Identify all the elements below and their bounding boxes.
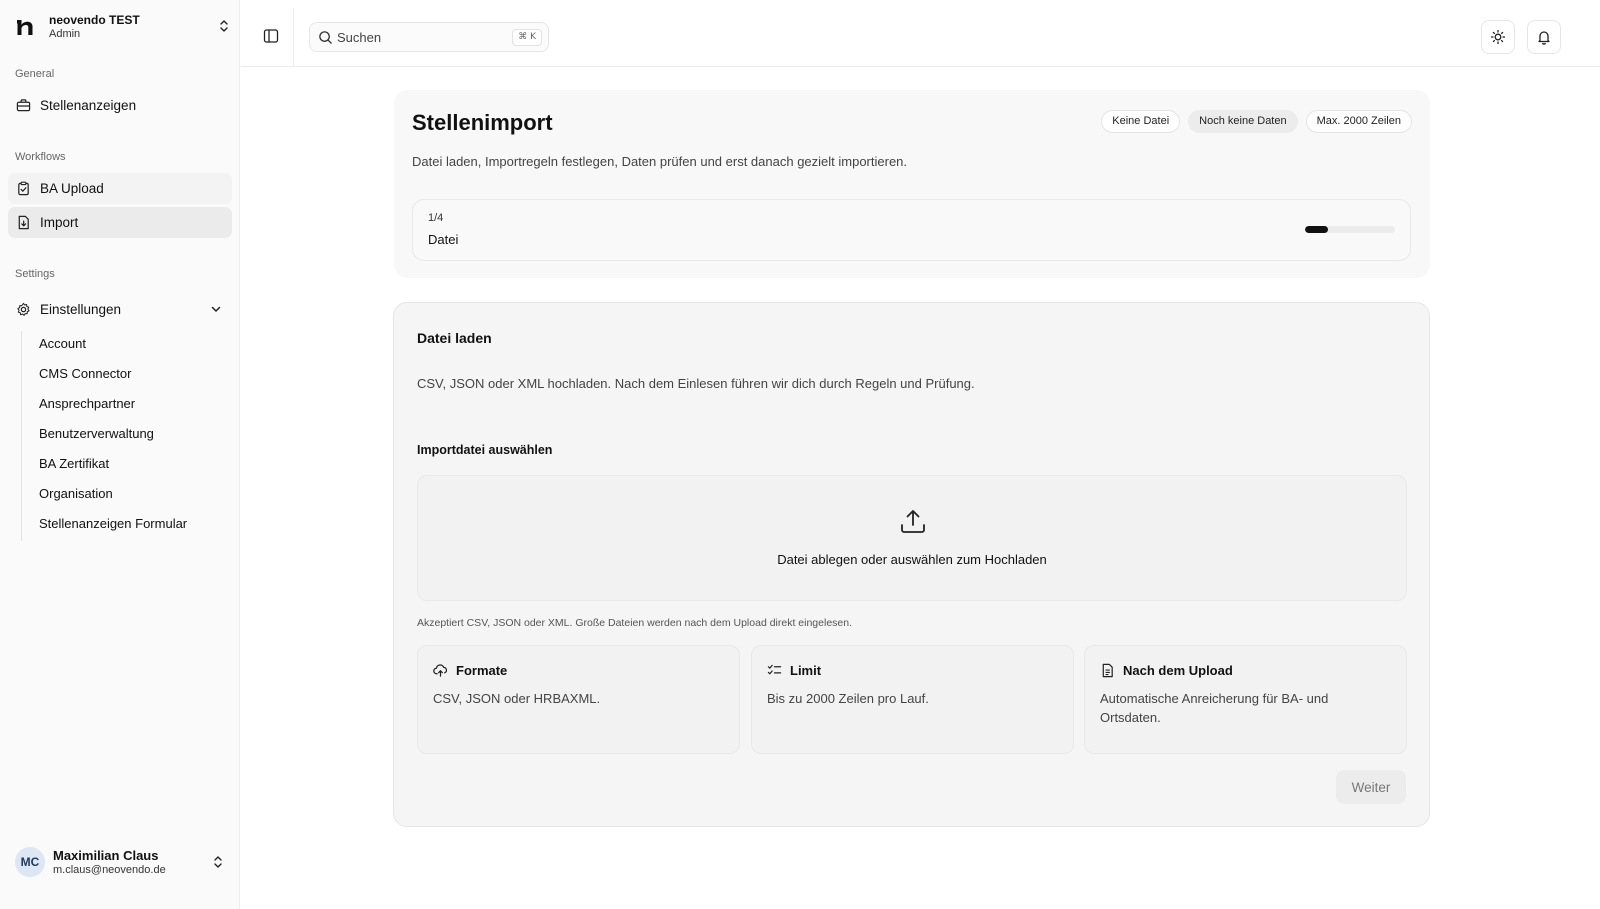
info-card-limit: Limit Bis zu 2000 Zeilen pro Lauf. [751, 645, 1074, 754]
theme-toggle-button[interactable] [1481, 20, 1515, 54]
info-card-nach-dem-upload: Nach dem Upload Automatische Anreicherun… [1084, 645, 1407, 754]
section-label-general: General [15, 68, 55, 80]
sidebar-item-label: Import [40, 215, 79, 230]
list-checks-icon [767, 663, 782, 678]
workspace-name: neovendo TEST [49, 13, 140, 27]
sidebar-item-ba-upload[interactable]: BA Upload [8, 173, 232, 204]
step-count: 1/4 [428, 212, 444, 224]
briefcase-icon [16, 98, 31, 113]
info-card-body: CSV, JSON oder HRBAXML. [433, 691, 601, 706]
file-dropzone[interactable]: Datei ablegen oder auswählen zum Hochlad… [417, 475, 1407, 601]
sidebar-item-label: Stellenanzeigen [40, 98, 137, 113]
sidebar: neovendo TEST Admin General Stellenanzei… [0, 0, 240, 909]
avatar: MC [15, 847, 45, 877]
clipboard-check-icon [16, 181, 31, 196]
sidebar-subitem-benutzerverwaltung[interactable]: Benutzerverwaltung [39, 424, 154, 444]
upload-description: CSV, JSON oder XML hochladen. Nach dem E… [417, 376, 975, 391]
workspace-role: Admin [49, 28, 81, 40]
sidebar-item-import[interactable]: Import [8, 207, 232, 238]
chevron-down-icon [210, 303, 222, 315]
section-label-settings: Settings [15, 268, 55, 280]
step-label: Datei [428, 232, 459, 247]
info-card-title: Formate [456, 663, 508, 678]
sidebar-subitem-organisation[interactable]: Organisation [39, 484, 113, 504]
sidebar-item-stellenanzeigen[interactable]: Stellenanzeigen [8, 90, 232, 121]
info-card-title: Nach dem Upload [1123, 663, 1233, 678]
status-badges: Keine Datei Noch keine Daten Max. 2000 Z… [1101, 110, 1412, 133]
search-shortcut: ⌘ K [512, 29, 542, 46]
upload-hint: Akzeptiert CSV, JSON oder XML. Große Dat… [417, 617, 853, 629]
sidebar-item-label: BA Upload [40, 181, 104, 196]
page-subtitle: Datei laden, Importregeln festlegen, Dat… [412, 154, 908, 169]
bell-icon [1536, 29, 1552, 45]
status-badge-file: Keine Datei [1101, 110, 1181, 133]
user-email: m.claus@neovendo.de [53, 863, 166, 876]
page-title: Stellenimport [412, 110, 553, 135]
status-badge-limit: Max. 2000 Zeilen [1305, 110, 1412, 133]
step-indicator: 1/4 Datei [412, 199, 1411, 261]
sidebar-subitem-ba-zertifikat[interactable]: BA Zertifikat [39, 454, 109, 474]
search-input[interactable] [337, 29, 507, 45]
sidebar-subitem-ansprechpartner[interactable]: Ansprechpartner [39, 394, 135, 414]
search-icon [318, 30, 333, 45]
chevrons-up-down-icon [212, 855, 224, 869]
dropzone-text: Datei ablegen oder auswählen zum Hochlad… [777, 552, 1047, 567]
neovendo-logo-icon [12, 14, 38, 40]
file-import-icon [16, 215, 31, 230]
info-card-formate: Formate CSV, JSON oder HRBAXML. [417, 645, 740, 754]
sidebar-item-einstellungen[interactable]: Einstellungen [8, 294, 232, 325]
upload-icon [898, 506, 928, 536]
topbar-divider [293, 8, 294, 66]
info-card-body: Bis zu 2000 Zeilen pro Lauf. [767, 691, 929, 706]
topbar: ⌘ K [241, 0, 1600, 67]
next-button[interactable]: Weiter [1336, 770, 1406, 804]
step-progress-fill [1305, 226, 1328, 233]
sidebar-subitem-stellenanzeigen-formular[interactable]: Stellenanzeigen Formular [39, 514, 187, 534]
file-field-label: Importdatei auswählen [417, 443, 553, 457]
sidebar-toggle-icon[interactable] [263, 28, 279, 44]
upload-card: Datei laden CSV, JSON oder XML hochladen… [393, 302, 1430, 827]
user-menu[interactable]: MC Maximilian Claus m.claus@neovendo.de [15, 846, 230, 878]
info-card-title: Limit [790, 663, 822, 678]
info-card-body: Automatische Anreicherung für BA- und Or… [1100, 691, 1329, 725]
file-text-icon [1100, 663, 1115, 678]
workspace-switcher[interactable]: neovendo TEST Admin [12, 10, 232, 44]
chevrons-up-down-icon [218, 19, 230, 33]
sun-icon [1490, 29, 1506, 45]
search-box[interactable]: ⌘ K [309, 22, 549, 52]
status-badge-data: Noch keine Daten [1188, 110, 1298, 133]
step-progress-bar [1305, 226, 1395, 233]
user-name: Maximilian Claus [53, 847, 159, 863]
settings-subnav: Account CMS Connector Ansprechpartner Be… [21, 331, 231, 541]
sidebar-subitem-cms-connector[interactable]: CMS Connector [39, 364, 131, 384]
cloud-upload-icon [433, 663, 448, 678]
upload-title: Datei laden [417, 330, 492, 346]
import-header-card: Stellenimport Keine Datei Noch keine Dat… [394, 90, 1430, 278]
section-label-workflows: Workflows [15, 151, 66, 163]
sidebar-item-label: Einstellungen [40, 302, 122, 317]
notifications-button[interactable] [1527, 20, 1561, 54]
sidebar-subitem-account[interactable]: Account [39, 334, 86, 354]
gear-icon [16, 302, 31, 317]
